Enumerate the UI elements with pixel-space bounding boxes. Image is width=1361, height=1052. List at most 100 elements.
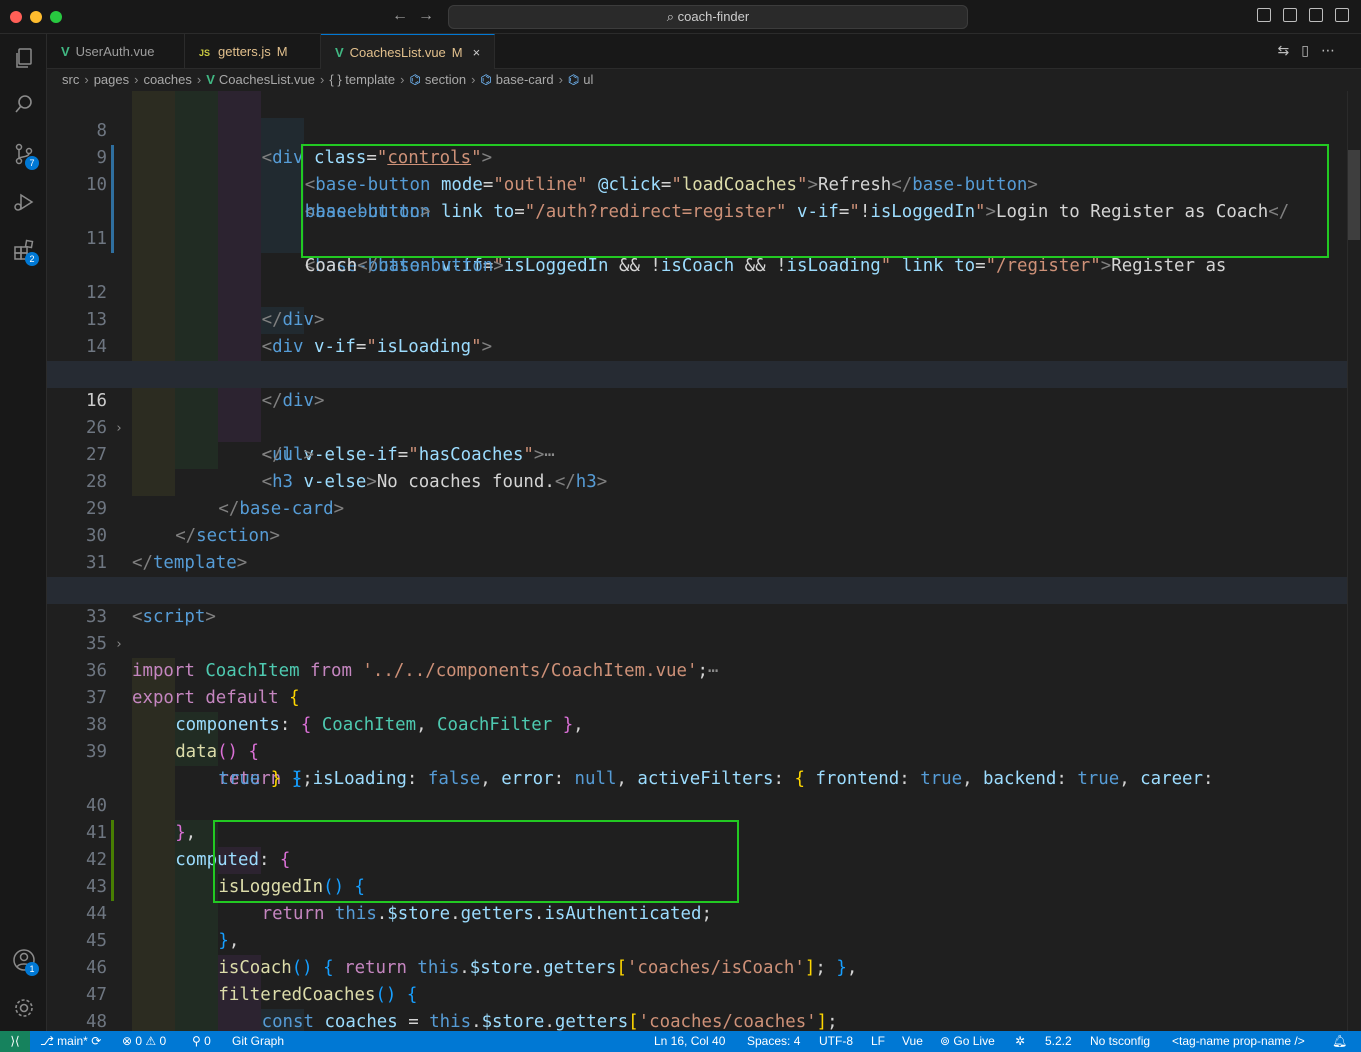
editor-actions: ⇆▯⋯ (1278, 42, 1347, 59)
command-center-search[interactable]: ⌕ coach-finder (448, 5, 968, 29)
typescript-version[interactable]: 5.2.2 (1045, 1031, 1072, 1052)
problems-indicator[interactable]: ⊗ 0 ⚠ 0 (122, 1031, 166, 1052)
code-line: 28 </base-card> (86, 472, 345, 519)
split-editor-icon[interactable]: ▯ (1301, 42, 1321, 58)
toggle-secondary-sidebar-icon[interactable] (1309, 8, 1323, 22)
extensions-icon[interactable]: 2 (0, 230, 47, 270)
explorer-icon[interactable] (0, 38, 47, 78)
breadcrumb-section[interactable]: section (425, 72, 466, 87)
code-line: 15 </div> (86, 364, 325, 411)
search-icon[interactable] (0, 84, 47, 124)
end-of-line[interactable]: LF (871, 1031, 885, 1052)
code-line: 49 if (this.activeFilters.frontend && co… (47, 1009, 1347, 1031)
breadcrumb-ul[interactable]: ul (583, 72, 593, 87)
tsconfig-status[interactable]: No tsconfig (1090, 1031, 1150, 1052)
search-icon: ⌕ (666, 9, 675, 24)
source-control-badge: 7 (25, 156, 39, 170)
tab-userauth[interactable]: V UserAuth.vue (47, 34, 185, 69)
element-symbol-icon: ⌬ (480, 72, 492, 87)
remote-indicator-icon[interactable]: ⟩⟨ (0, 1031, 30, 1052)
code-line: 8 <div class="controls"> (96, 121, 493, 168)
minimize-window-button[interactable] (30, 11, 42, 23)
breadcrumb-src[interactable]: src (62, 72, 79, 87)
code-line: 36 export default { (86, 661, 300, 708)
ports-indicator[interactable]: ⚲ 0 (192, 1031, 211, 1052)
modified-indicator: M (451, 45, 463, 60)
annotation-box (301, 144, 1329, 258)
code-line: 27 <h3 v-else>No coaches found.</h3> (86, 445, 608, 492)
cursor-position[interactable]: Ln 16, Col 40 (654, 1031, 725, 1052)
status-bar: ⟩⟨ ⎇ main* ⟳ ⊗ 0 ⚠ 0 ⚲ 0 Git Graph Ln 16… (0, 1031, 1361, 1052)
vue-file-icon: V (335, 45, 344, 60)
tab-getters[interactable]: JS getters.js M (185, 34, 321, 69)
breadcrumb-coaches[interactable]: coaches (143, 72, 191, 87)
code-line: 45 isCoach() { return this.$store.getter… (86, 931, 858, 978)
code-line: 39 return { isLoading: false, error: nul… (86, 742, 1214, 789)
scrollbar-thumb[interactable] (1348, 150, 1360, 240)
breadcrumb: src › pages › coaches › V CoachesList.vue ›{ } t… (47, 69, 1361, 91)
settings-gear-icon[interactable] (0, 988, 47, 1028)
js-file-icon: JS (199, 48, 211, 58)
code-line: 38 data() { (86, 715, 259, 762)
modified-indicator: M (276, 44, 288, 59)
toggle-primary-sidebar-icon[interactable] (1257, 8, 1271, 22)
go-live-button[interactable]: ⊚ Go Live (940, 1031, 995, 1052)
braces-icon: { } (329, 72, 342, 87)
code-line: 13 <div v-if="isLoading"> (86, 310, 493, 357)
code-line-current: 16 › <ul v-else-if="hasCoaches">⋯ (47, 361, 1347, 465)
breadcrumb-pages[interactable]: pages (94, 72, 129, 87)
run-debug-icon[interactable] (0, 182, 47, 222)
editor-tabs: V UserAuth.vue JS getters.js M V CoachesList… (47, 34, 1361, 69)
forward-arrow-icon[interactable]: → (418, 7, 444, 24)
breadcrumb-file[interactable]: CoachesList.vue (219, 72, 315, 87)
maximize-window-button[interactable] (50, 11, 62, 23)
code-line: 26 </ul> (86, 418, 314, 465)
code-line: 35 (86, 634, 107, 654)
code-line: 9 <base-button mode="outline" @click="lo… (96, 148, 1038, 195)
vue-file-icon: V (206, 72, 215, 87)
annotation-box (213, 820, 739, 903)
code-line: 48 return coaches.filter(coach => { (86, 1012, 107, 1031)
code-line: 32 <script> (86, 580, 216, 627)
tag-name-casing[interactable]: <tag-name prop-name /> (1172, 1031, 1305, 1052)
close-tab-icon[interactable]: × (473, 45, 481, 60)
code-line-folded: 33 › import CoachItem from '../../compon… (47, 577, 1347, 681)
code-line: 29 </section> (86, 499, 280, 546)
title-bar: ←→ ⌕ coach-finder (0, 0, 1361, 34)
close-window-button[interactable] (10, 11, 22, 23)
breadcrumb-template[interactable]: template (345, 72, 395, 87)
element-symbol-icon: ⌬ (567, 72, 580, 87)
code-line: 40 }, (86, 796, 197, 843)
customize-layout-icon[interactable] (1335, 8, 1349, 22)
branch-indicator[interactable]: ⎇ main* ⟳ (40, 1031, 101, 1052)
back-arrow-icon[interactable]: ← (392, 7, 418, 24)
element-symbol-icon: ⌬ (409, 72, 421, 87)
tab-coacheslist[interactable]: V CoachesList.vue M × (321, 34, 495, 69)
vue-file-icon: V (61, 44, 70, 59)
code-line-wrap: true } }; (218, 769, 313, 789)
breadcrumb-base-card[interactable]: base-card (496, 72, 554, 87)
more-actions-icon[interactable]: ⋯ (1321, 42, 1347, 58)
notifications-bell-icon[interactable]: 🔔︎ (1332, 1031, 1347, 1052)
layout-controls (1257, 8, 1349, 22)
extensions-badge: 2 (25, 252, 39, 266)
toggle-panel-icon[interactable] (1283, 8, 1297, 22)
code-line: 14 <base-spinner></base-spinner> (86, 337, 608, 384)
vue-status-icon[interactable]: ✲ (1015, 1031, 1025, 1052)
code-line: 31 (86, 553, 107, 573)
indentation[interactable]: Spaces: 4 (747, 1031, 800, 1052)
window-title: coach-finder (677, 9, 750, 24)
open-changes-icon[interactable]: ⇆ (1278, 42, 1302, 58)
code-line: 46 filteredCoaches() { (86, 958, 418, 1005)
code-line: 37 components: { CoachItem, CoachFilter … (86, 688, 584, 735)
encoding[interactable]: UTF-8 (819, 1031, 853, 1052)
language-mode[interactable]: Vue (902, 1031, 923, 1052)
code-line: 41 computed: { (86, 823, 291, 870)
source-control-icon[interactable]: 7 (0, 134, 47, 174)
accounts-badge: 1 (25, 962, 39, 976)
git-graph-button[interactable]: Git Graph (232, 1031, 284, 1052)
code-editor[interactable]: 8 <div class="controls"> 9 <base-button … (47, 91, 1347, 1031)
accounts-icon[interactable]: 1 (0, 940, 47, 980)
activity-bar: 7 2 1 (0, 34, 47, 1031)
code-line: 30 </template> (86, 526, 248, 573)
